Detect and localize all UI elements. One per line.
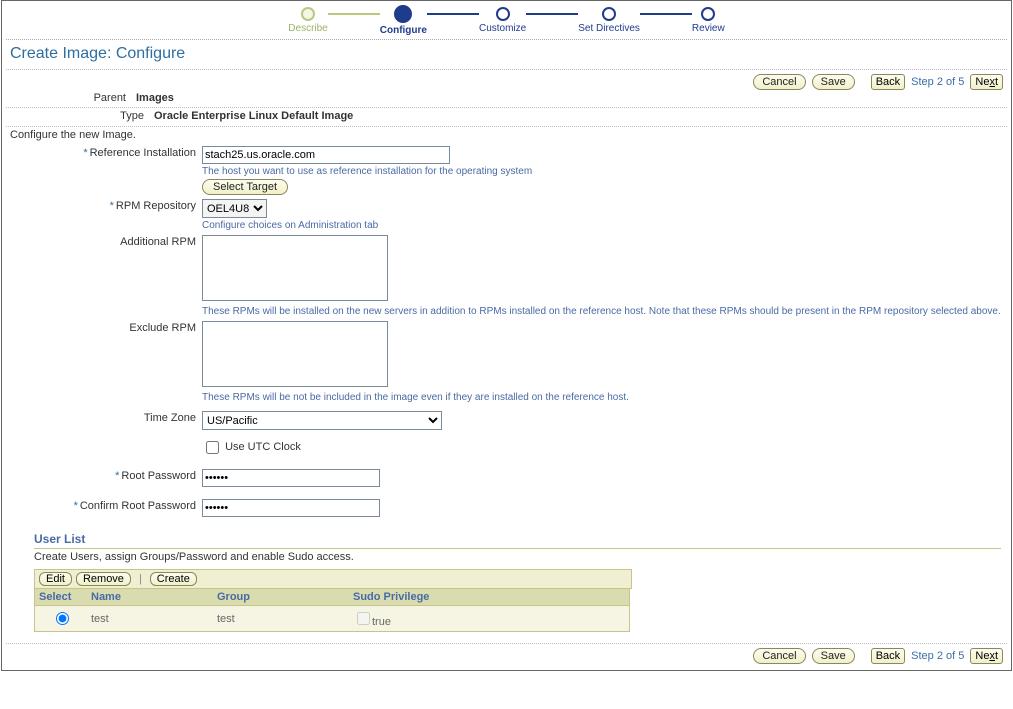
top-button-bar: Cancel Save Back Step 2 of 5 Next (2, 72, 1011, 92)
wizard-step-label: Configure (380, 25, 427, 36)
back-button[interactable]: Back (871, 74, 905, 90)
wizard-step-review[interactable]: Review (692, 7, 725, 34)
exclude-rpm-textarea[interactable] (202, 321, 388, 387)
next-label-part: t (995, 76, 998, 88)
row-sudo-text: true (372, 616, 391, 628)
toolbar-separator: | (135, 573, 146, 585)
wizard-step-set-directives[interactable]: Set Directives (578, 7, 640, 34)
rpm-repository-hint: Configure choices on Administration tab (202, 220, 378, 231)
next-label-part: t (995, 650, 998, 662)
step-indicator: Step 2 of 5 (911, 650, 964, 662)
user-list-toolbar: Edit Remove | Create (34, 569, 632, 589)
row-select-radio[interactable] (56, 612, 69, 625)
parent-value: Images (136, 92, 174, 104)
parent-label: Parent (84, 92, 126, 104)
edit-button[interactable]: Edit (39, 572, 72, 586)
next-label-part: Ne (975, 76, 989, 88)
wizard-step-describe[interactable]: Describe (288, 7, 327, 34)
wizard-circle-icon (301, 7, 315, 21)
create-button[interactable]: Create (150, 572, 197, 586)
wizard-connector (640, 13, 692, 15)
wizard-connector (328, 13, 380, 15)
user-list-table: Select Name Group Sudo Privilege test te… (34, 589, 630, 632)
next-label-part: Ne (975, 650, 989, 662)
remove-button[interactable]: Remove (76, 572, 131, 586)
cancel-button[interactable]: Cancel (753, 74, 805, 90)
col-group[interactable]: Group (213, 589, 349, 606)
root-password-label: Root Password (121, 470, 196, 482)
additional-rpm-label: Additional RPM (120, 236, 196, 248)
col-sudo[interactable]: Sudo Privilege (349, 589, 630, 606)
timezone-select[interactable]: US/Pacific (202, 411, 442, 430)
wizard-circle-icon (701, 7, 715, 21)
confirm-root-password-input[interactable] (202, 499, 380, 517)
save-button[interactable]: Save (812, 648, 855, 664)
additional-rpm-hint: These RPMs will be installed on the new … (202, 306, 1001, 317)
wizard-connector (526, 13, 578, 15)
use-utc-clock-checkbox[interactable] (206, 441, 219, 454)
cancel-button[interactable]: Cancel (753, 648, 805, 664)
divider (6, 68, 1007, 70)
exclude-rpm-label: Exclude RPM (129, 322, 196, 334)
rpm-repository-select[interactable]: OEL4U8 (202, 199, 267, 218)
timezone-label: Time Zone (144, 412, 196, 424)
use-utc-clock-label[interactable]: Use UTC Clock (202, 441, 301, 453)
wizard-step-label: Describe (288, 23, 327, 34)
wizard-train: Describe Configure Customize Set Directi… (2, 1, 1011, 36)
use-utc-clock-text: Use UTC Clock (225, 441, 301, 453)
row-group: test (213, 606, 349, 632)
reference-installation-input[interactable] (202, 146, 450, 164)
next-button[interactable]: Next (970, 648, 1003, 664)
select-target-button[interactable]: Select Target (202, 179, 288, 195)
divider (6, 38, 1007, 40)
reference-installation-hint: The host you want to use as reference in… (202, 166, 532, 177)
bottom-button-bar: Cancel Save Back Step 2 of 5 Next (2, 646, 1011, 666)
user-list-description: Create Users, assign Groups/Password and… (34, 549, 1001, 569)
rpm-repository-label: RPM Repository (116, 200, 196, 212)
divider (6, 106, 1007, 108)
wizard-circle-icon (496, 7, 510, 21)
additional-rpm-textarea[interactable] (202, 235, 388, 301)
save-button[interactable]: Save (812, 74, 855, 90)
wizard-step-label: Customize (479, 23, 526, 34)
table-row: test test true (35, 606, 630, 632)
type-label: Type (84, 110, 144, 122)
type-value: Oracle Enterprise Linux Default Image (154, 110, 353, 122)
user-list-title: User List (34, 532, 1001, 549)
wizard-connector (427, 13, 479, 15)
wizard-step-configure[interactable]: Configure (380, 7, 427, 36)
root-password-input[interactable] (202, 469, 380, 487)
row-sudo-checkbox (357, 612, 370, 625)
step-indicator: Step 2 of 5 (911, 76, 964, 88)
page-title: Create Image: Configure (2, 42, 1011, 66)
wizard-circle-icon (602, 7, 616, 21)
col-select: Select (35, 589, 88, 606)
next-button[interactable]: Next (970, 74, 1003, 90)
exclude-rpm-hint: These RPMs will be not be included in th… (202, 392, 629, 403)
reference-installation-label: Reference Installation (90, 147, 196, 159)
wizard-step-label: Set Directives (578, 23, 640, 34)
instruction-text: Configure the new Image. (2, 129, 1011, 145)
wizard-step-label: Review (692, 23, 725, 34)
row-name: test (87, 606, 213, 632)
confirm-root-password-label: Confirm Root Password (80, 500, 196, 512)
divider (6, 642, 1007, 644)
wizard-step-customize[interactable]: Customize (479, 7, 526, 34)
col-name[interactable]: Name (87, 589, 213, 606)
divider (6, 125, 1007, 127)
back-button[interactable]: Back (871, 648, 905, 664)
wizard-circle-icon (394, 5, 412, 23)
